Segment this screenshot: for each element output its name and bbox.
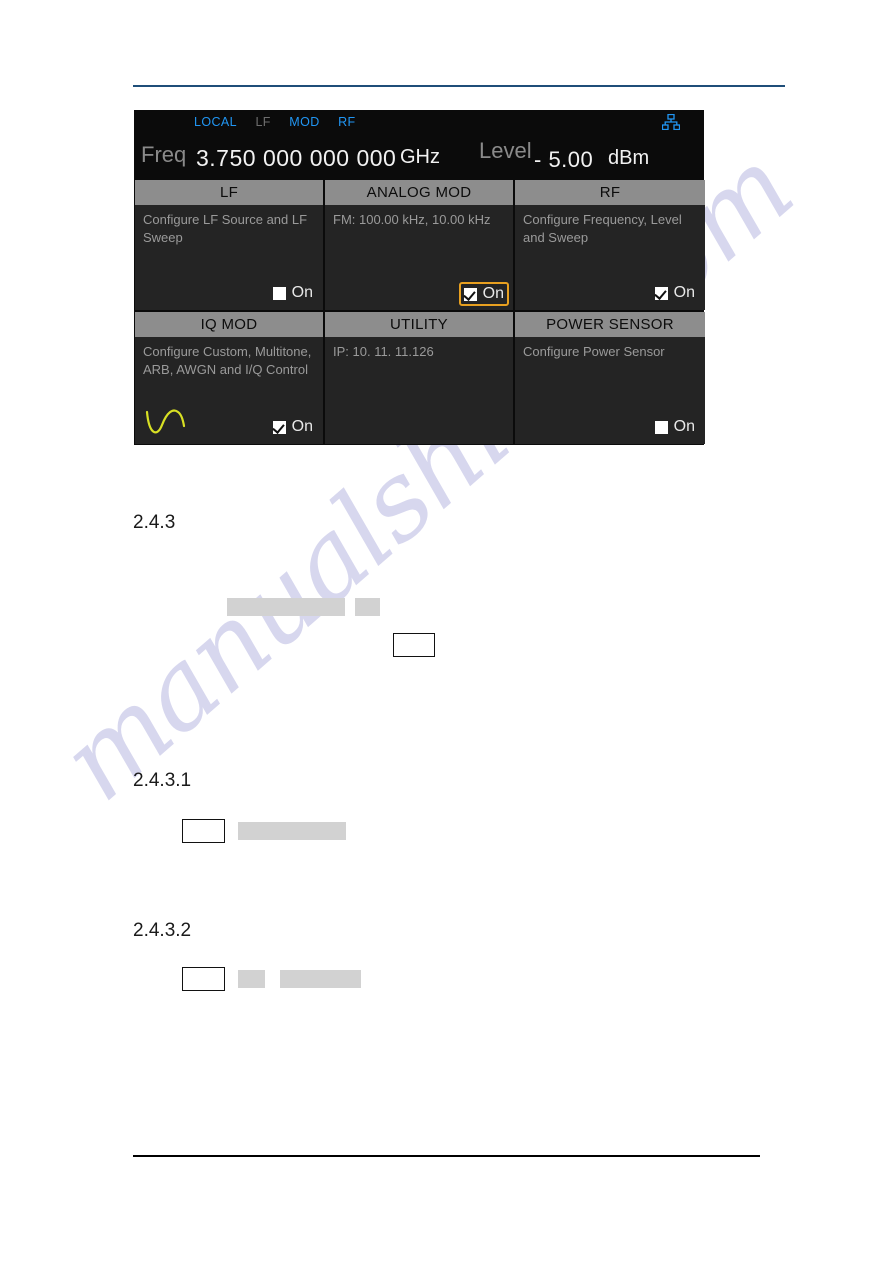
- instrument-screen: LOCAL LF MOD RF Freq 3.750 000 000 000 G…: [134, 110, 705, 445]
- toggle-label: On: [291, 418, 313, 435]
- freq-value[interactable]: 3.750 000 000 000: [196, 145, 396, 172]
- tile-description: Configure Custom, Multitone, ARB, AWGN a…: [143, 344, 312, 377]
- tile-grid: LF Configure LF Source and LF Sweep On A…: [134, 180, 705, 445]
- toggle-label: On: [673, 284, 695, 301]
- status-flag-rf[interactable]: RF: [338, 115, 355, 129]
- tile-description: FM: 100.00 kHz, 10.00 kHz: [333, 212, 491, 227]
- tile-toggle-analog-mod[interactable]: On: [458, 282, 509, 306]
- checkbox-unchecked-icon[interactable]: [272, 286, 286, 300]
- tile-iq-mod[interactable]: IQ MOD Configure Custom, Multitone, ARB,…: [135, 312, 323, 444]
- tile-title: UTILITY: [325, 312, 513, 337]
- tile-description: Configure Power Sensor: [523, 344, 665, 359]
- tile-rf[interactable]: RF Configure Frequency, Level and Sweep …: [515, 180, 705, 310]
- redacted-text-block: [238, 970, 265, 988]
- tile-toggle-lf[interactable]: On: [270, 282, 316, 304]
- tile-power-sensor[interactable]: POWER SENSOR Configure Power Sensor On: [515, 312, 705, 444]
- tile-analog-mod[interactable]: ANALOG MOD FM: 100.00 kHz, 10.00 kHz On: [325, 180, 513, 310]
- key-outline-box: [182, 819, 225, 843]
- toggle-label: On: [482, 285, 504, 302]
- tile-lf[interactable]: LF Configure LF Source and LF Sweep On: [135, 180, 323, 310]
- redacted-text-block: [355, 598, 380, 616]
- redacted-text-block: [280, 970, 361, 988]
- network-icon: [662, 114, 680, 130]
- tile-description: Configure Frequency, Level and Sweep: [523, 212, 682, 245]
- status-flag-lf[interactable]: LF: [255, 115, 270, 129]
- level-value[interactable]: - 5.00: [534, 147, 593, 173]
- checkbox-unchecked-icon[interactable]: [654, 420, 668, 434]
- tile-toggle-power-sensor[interactable]: On: [652, 416, 698, 438]
- header-rule: [133, 85, 785, 87]
- tile-title: ANALOG MOD: [325, 180, 513, 205]
- level-label: Level: [479, 138, 532, 163]
- tile-toggle-rf[interactable]: On: [652, 282, 698, 304]
- checkbox-checked-icon[interactable]: [463, 287, 477, 301]
- sine-wave-icon: [145, 409, 186, 434]
- tile-title: RF: [515, 180, 705, 205]
- redacted-text-block: [238, 822, 346, 840]
- checkbox-checked-icon[interactable]: [654, 286, 668, 300]
- tile-title: POWER SENSOR: [515, 312, 705, 337]
- status-flag-mod[interactable]: MOD: [289, 115, 319, 129]
- tile-title: IQ MOD: [135, 312, 323, 337]
- key-outline-box: [182, 967, 225, 991]
- status-bar: LOCAL LF MOD RF: [134, 110, 704, 136]
- status-flag-local[interactable]: LOCAL: [194, 115, 237, 129]
- document-page: LOCAL LF MOD RF Freq 3.750 000 000 000 G…: [0, 0, 893, 1263]
- toggle-label: On: [673, 418, 695, 435]
- freq-unit: GHz: [400, 146, 440, 168]
- tile-description: IP: 10. 11. 11.126: [333, 344, 434, 359]
- freq-label: Freq: [141, 142, 187, 167]
- tile-description: Configure LF Source and LF Sweep: [143, 212, 308, 245]
- tile-toggle-iq-mod[interactable]: On: [270, 416, 316, 438]
- level-unit: dBm: [608, 147, 650, 169]
- key-outline-box: [393, 633, 435, 657]
- tile-utility[interactable]: UTILITY IP: 10. 11. 11.126: [325, 312, 513, 444]
- toggle-label: On: [291, 284, 313, 301]
- section-heading-2431: 2.4.3.1: [133, 770, 192, 791]
- readout-row: Freq 3.750 000 000 000 GHz Level - 5.00 …: [134, 136, 704, 180]
- tile-title: LF: [135, 180, 323, 205]
- footer-rule: [133, 1155, 760, 1157]
- section-heading-243: 2.4.3: [133, 512, 176, 533]
- checkbox-checked-icon[interactable]: [272, 420, 286, 434]
- section-heading-2432: 2.4.3.2: [133, 920, 192, 941]
- redacted-text-block: [227, 598, 345, 616]
